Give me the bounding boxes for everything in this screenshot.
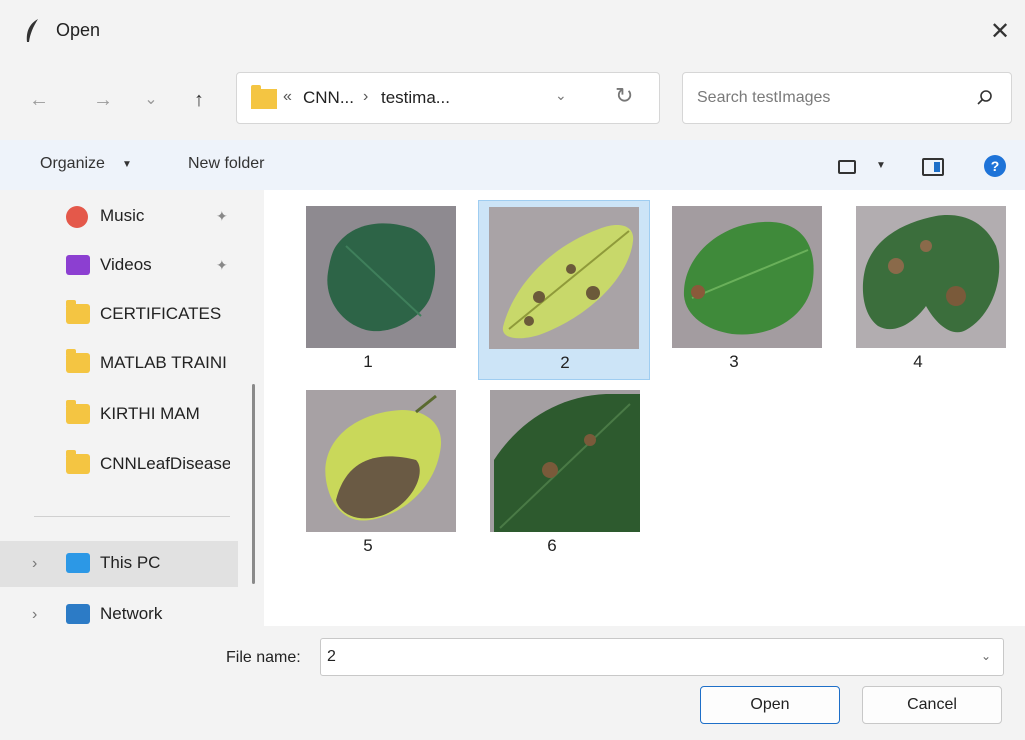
folder-icon: [66, 400, 90, 424]
sidebar-item-label: Videos: [100, 255, 152, 274]
file-name: 2: [560, 353, 570, 372]
computer-icon: [66, 553, 90, 573]
chevron-right-icon[interactable]: ›: [32, 555, 37, 573]
up-icon[interactable]: ↑: [184, 85, 214, 115]
search-placeholder: Search testImages: [697, 89, 831, 106]
title-bar: [0, 0, 1025, 62]
breadcrumb-item-cnn[interactable]: CNN...: [303, 88, 354, 108]
breadcrumb-separator[interactable]: ›: [363, 88, 368, 106]
file-name-value[interactable]: 2: [327, 648, 336, 666]
sidebar-scrollbar[interactable]: [252, 384, 255, 584]
search-icon: [977, 90, 992, 105]
cancel-button[interactable]: Cancel: [862, 686, 1002, 724]
open-button[interactable]: Open: [700, 686, 840, 724]
file-name: 3: [729, 352, 739, 371]
file-name: 4: [913, 352, 923, 371]
forward-icon[interactable]: →: [88, 85, 118, 115]
close-button[interactable]: ✕: [980, 12, 1020, 52]
thumbnail-image: [490, 390, 640, 532]
caret-down-icon[interactable]: ▼: [122, 159, 132, 170]
pin-icon: ✦: [216, 208, 228, 224]
search-input[interactable]: Search testImages: [682, 72, 1012, 124]
help-icon[interactable]: ?: [984, 155, 1006, 177]
thumbnail-image: [306, 206, 456, 348]
folder-icon: [66, 450, 90, 474]
file-item[interactable]: 1: [282, 200, 456, 380]
sidebar-item-label: Network: [100, 604, 163, 623]
file-name-field[interactable]: 2 ⌄: [320, 638, 1004, 676]
recent-locations-icon[interactable]: ⌄: [136, 85, 166, 115]
sidebar-item-matlab-training[interactable]: MATLAB TRAINI: [0, 341, 238, 387]
sidebar-item-cnnleafdisease[interactable]: CNNLeafDisease: [0, 442, 238, 488]
sidebar-item-certificates[interactable]: CERTIFICATES: [0, 292, 238, 338]
file-name: 1: [363, 352, 373, 371]
caret-down-icon[interactable]: ▼: [876, 160, 886, 171]
thumbnail-image: [672, 206, 822, 348]
view-options-icon[interactable]: [838, 160, 856, 174]
file-item[interactable]: 5: [282, 384, 456, 564]
feather-icon: [26, 19, 38, 42]
sidebar-item-network[interactable]: › Network: [0, 592, 238, 626]
organize-button[interactable]: Organize: [40, 155, 105, 173]
thumbnail-image: [856, 206, 1006, 348]
refresh-icon[interactable]: ↻: [615, 83, 633, 109]
sidebar-item-music[interactable]: Music ✦: [0, 194, 238, 240]
file-item-selected[interactable]: 2: [478, 200, 650, 380]
thumbnail-image: [489, 207, 639, 349]
sidebar-item-label: CNNLeafDisease: [100, 454, 230, 473]
sidebar-item-label: KIRTHI MAM: [100, 404, 200, 423]
window-title: Open: [56, 20, 101, 40]
sidebar-item-label: MATLAB TRAINI: [100, 353, 227, 372]
sidebar-item-label: CERTIFICATES: [100, 304, 222, 323]
file-name-label: File name:: [226, 649, 301, 666]
folder-icon: [66, 300, 90, 324]
command-bar: [0, 140, 1025, 190]
file-name: 6: [547, 536, 557, 555]
sidebar-item-label: This PC: [100, 553, 161, 572]
preview-pane-icon[interactable]: [922, 158, 944, 176]
folder-icon: [66, 349, 90, 373]
chevron-down-icon[interactable]: ⌄: [555, 87, 567, 104]
videos-icon: [66, 255, 90, 275]
chevron-down-icon[interactable]: ⌄: [981, 649, 991, 663]
music-icon: [66, 206, 88, 228]
sidebar-item-videos[interactable]: Videos ✦: [0, 243, 238, 289]
sidebar-item-kirthi-mam[interactable]: KIRTHI MAM: [0, 392, 238, 438]
thumbnail-image: [306, 390, 456, 532]
pin-icon: ✦: [216, 257, 228, 273]
sidebar-item-this-pc[interactable]: › This PC: [0, 541, 238, 587]
folder-icon: [251, 85, 277, 109]
breadcrumb-overflow[interactable]: «: [283, 88, 292, 106]
breadcrumb-item-testimages[interactable]: testima...: [381, 88, 450, 108]
file-item[interactable]: 6: [466, 384, 640, 564]
chevron-right-icon[interactable]: ›: [32, 606, 37, 624]
file-name: 5: [363, 536, 373, 555]
back-icon[interactable]: ←: [24, 85, 54, 115]
new-folder-button[interactable]: New folder: [188, 155, 264, 173]
file-item[interactable]: 3: [648, 200, 822, 380]
divider: [34, 516, 230, 517]
file-item[interactable]: 4: [832, 200, 1006, 380]
network-icon: [66, 604, 90, 624]
sidebar-item-label: Music: [100, 206, 145, 225]
address-bar[interactable]: « CNN... › testima... ⌄ ↻: [236, 72, 660, 124]
